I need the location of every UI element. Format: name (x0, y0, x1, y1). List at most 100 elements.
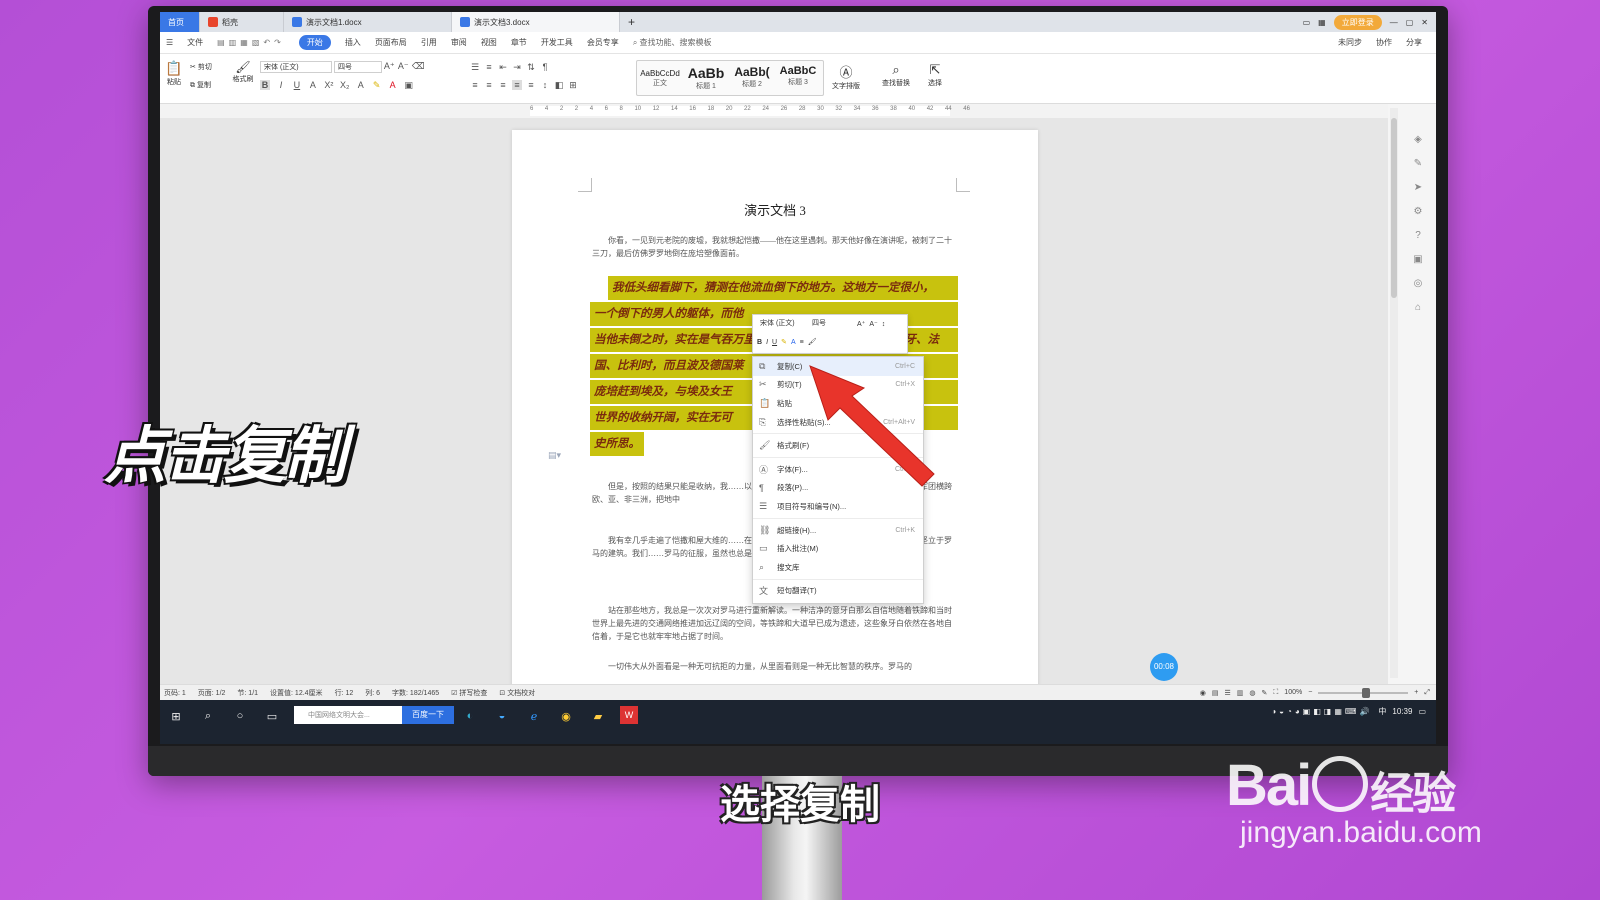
layout-icon[interactable]: ▭ (1303, 18, 1311, 27)
text-layout-button[interactable]: Ⓐ 文字排版 (832, 62, 860, 91)
zoom-slider-thumb[interactable] (1362, 687, 1371, 698)
italic-icon[interactable]: I (276, 80, 286, 90)
ime-indicator[interactable]: 中 (1378, 706, 1386, 717)
clear-format-icon[interactable]: ⌫ (412, 61, 425, 71)
bold-icon[interactable]: B (757, 339, 762, 346)
menu-insert[interactable]: 插入 (345, 37, 361, 48)
context-menu-item[interactable]: 文短句翻译(T) (753, 582, 923, 601)
char-border-icon[interactable]: ▣ (404, 80, 414, 90)
minimize-icon[interactable]: — (1390, 18, 1398, 27)
location-icon[interactable]: ◎ (1412, 278, 1424, 290)
recording-timer[interactable]: 00:08 (1150, 653, 1178, 681)
chrome-icon[interactable]: ◉ (556, 706, 576, 726)
zoom-out-icon[interactable]: − (1308, 689, 1312, 696)
pointer-icon[interactable]: ➤ (1412, 182, 1424, 194)
context-menu-item[interactable]: ☰ 项目符号和编号(N)... (753, 497, 923, 516)
underline-icon[interactable]: U (292, 80, 302, 90)
tab-doc1[interactable]: 演示文档1.docx (284, 12, 452, 32)
mini-size-select[interactable]: 四号 (809, 318, 853, 330)
menu-file[interactable]: 文件 (187, 37, 203, 48)
format-painter-icon[interactable]: 🖌 (808, 338, 817, 346)
fullscreen-icon[interactable]: ⤢ (1424, 689, 1430, 697)
underline-icon[interactable]: U (772, 339, 777, 346)
justify-icon[interactable]: ≡ (512, 80, 522, 90)
fit-icon[interactable]: ⛶ (1273, 689, 1278, 697)
tab-docer[interactable]: 稻壳 (200, 12, 284, 32)
menu-search[interactable]: ⌕ 查找功能、搜索模板 (633, 37, 712, 48)
image-icon[interactable]: ▣ (1412, 254, 1424, 266)
format-painter-button[interactable]: 🖌 格式刷 (230, 60, 256, 84)
zoom-slider[interactable] (1318, 687, 1409, 698)
ie-icon[interactable]: ℯ (524, 706, 544, 726)
status-words[interactable]: 字数: 182/1465 (392, 688, 439, 698)
style-panel-icon[interactable]: ◈ (1412, 134, 1424, 146)
zoom-value[interactable]: 100% (1284, 689, 1302, 696)
taskbar-search-button[interactable]: 百度一下 (402, 706, 454, 724)
align-icon[interactable]: ≡ (800, 339, 804, 346)
tab-home[interactable]: 首页 (160, 12, 200, 32)
new-tab-button[interactable]: + (620, 12, 643, 32)
eye-icon[interactable]: ◉ (1200, 689, 1206, 697)
italic-icon[interactable]: I (766, 339, 768, 346)
superscript-icon[interactable]: X² (324, 80, 334, 90)
find-replace-button[interactable]: ⌕ 查找替换 (882, 62, 910, 88)
menu-member[interactable]: 会员专享 (587, 37, 619, 48)
page-view-icon[interactable]: ▤ (1212, 689, 1219, 697)
font-color-icon[interactable]: A (791, 339, 796, 346)
cortana-icon[interactable]: ○ (230, 706, 250, 726)
shrink-font-icon[interactable]: A⁻ (398, 61, 409, 71)
context-menu-item[interactable]: ¶ 段落(P)... (753, 479, 923, 498)
paragraph-handle-icon[interactable]: ▤▾ (548, 450, 561, 461)
distribute-icon[interactable]: ≡ (526, 80, 536, 90)
close-icon[interactable]: ✕ (1421, 18, 1428, 27)
read-view-icon[interactable]: ▥ (1237, 689, 1244, 697)
sort-icon[interactable]: ⇅ (526, 62, 536, 72)
menu-icon[interactable]: ☰ (166, 38, 173, 47)
wps-icon[interactable]: W (620, 706, 638, 724)
adjust-icon[interactable]: ⚙ (1412, 206, 1424, 218)
cut-button[interactable]: ✂ 剪切 (190, 62, 212, 72)
horizontal-ruler[interactable]: 6 4 2 2 4 6 8 10 12 14 16 18 20 22 24 26 28 30 32 34 36 38 40 4… (160, 104, 1436, 118)
context-menu-item[interactable]: ✂ 剪切(T) Ctrl+X (753, 376, 923, 395)
style-heading2[interactable]: AaBb(标题 2 (729, 61, 775, 97)
context-menu-item[interactable]: ⎘ 选择性粘贴(S)... Ctrl+Alt+V (753, 413, 923, 432)
copy-button[interactable]: ⧉ 复制 (190, 80, 211, 90)
maximize-icon[interactable]: ▢ (1406, 18, 1414, 27)
menu-review[interactable]: 审阅 (451, 37, 467, 48)
paste-button[interactable]: 📋 粘贴 (164, 60, 184, 87)
font-color-icon[interactable]: A (388, 80, 398, 90)
indent-icon[interactable]: ⇥ (512, 62, 522, 72)
browser-icon[interactable]: ◐ (460, 706, 480, 726)
context-menu-item[interactable]: 🖌 格式刷(F) (753, 436, 923, 455)
context-menu-item[interactable]: 📋 粘贴 (753, 394, 923, 413)
borders-icon[interactable]: ⊞ (568, 80, 578, 90)
spell-check-button[interactable]: ☑ 拼写检查 (451, 688, 487, 698)
context-menu-item[interactable]: ⛓ 超链接(H)... Ctrl+K (753, 521, 923, 540)
context-menu-item[interactable]: ⧉ 复制(C) Ctrl+C (753, 357, 923, 376)
style-heading1[interactable]: AaBb 标题 1 (683, 61, 729, 97)
menu-layout[interactable]: 页面布局 (375, 37, 407, 48)
highlight-icon[interactable]: ✎ (781, 338, 787, 346)
menu-references[interactable]: 引用 (421, 37, 437, 48)
write-icon[interactable]: ✎ (1262, 689, 1268, 697)
backup-icon[interactable]: ⌂ (1412, 302, 1424, 314)
search-icon[interactable]: ⌕ (198, 706, 218, 726)
style-normal[interactable]: AaBbCcDd 正文 (637, 61, 683, 97)
tab-doc3[interactable]: 演示文档3.docx (452, 12, 620, 32)
subscript-icon[interactable]: X₂ (340, 80, 350, 90)
style-heading3[interactable]: AaBbC 标题 3 (775, 61, 821, 97)
web-view-icon[interactable]: ◍ (1249, 689, 1255, 697)
menu-home[interactable]: 开始 (298, 35, 331, 50)
mini-font-select[interactable]: 宋体 (正文) (757, 318, 805, 330)
line-spacing-icon[interactable]: ↕ (882, 321, 886, 328)
align-left-icon[interactable]: ≡ (470, 80, 480, 90)
grid-icon[interactable]: ▦ (1318, 18, 1326, 27)
tray-icons[interactable]: ◑◒◔◕▣◧◨▦⌨🔊 (1271, 707, 1372, 716)
windows-start-icon[interactable]: ⊞ (166, 706, 186, 726)
share-button[interactable]: 分享 (1406, 37, 1422, 48)
grow-font-icon[interactable]: A⁺ (857, 320, 865, 328)
proofread-button[interactable]: ⊡ 文档校对 (499, 688, 535, 698)
taskbar-search-input[interactable]: 中国网络文明大会... (294, 706, 402, 724)
notification-icon[interactable]: ▭ (1418, 707, 1426, 716)
context-menu-item[interactable]: Ⓐ 字体(F)... Ctrl+D (753, 460, 923, 479)
